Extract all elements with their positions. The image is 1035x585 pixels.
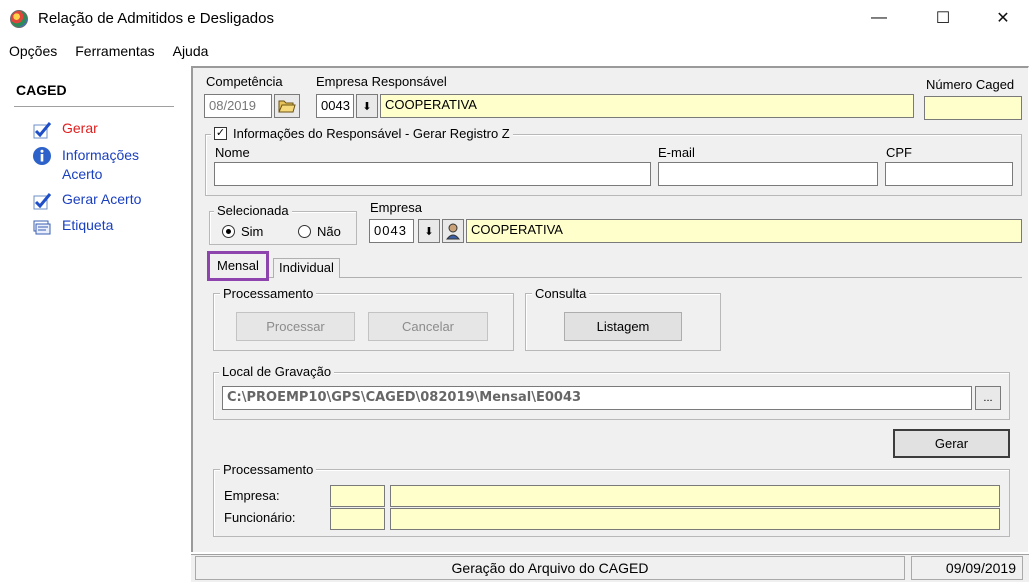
nome-label: Nome <box>215 145 250 160</box>
local-gravacao-path[interactable]: C:\PROEMP10\GPS\CAGED\082019\Mensal\E004… <box>222 386 972 410</box>
download-arrow-icon: ⬇ <box>362 100 372 113</box>
title-bar: Relação de Admitidos e Desligados — ☐ ✕ <box>0 0 1035 38</box>
cpf-field[interactable] <box>885 162 1013 186</box>
funcionario-progress-text <box>390 508 1000 530</box>
selecionada-title: Selecionada <box>214 203 292 218</box>
empresa-responsavel-label: Empresa Responsável <box>316 74 447 89</box>
menu-bar: Opções Ferramentas Ajuda <box>0 40 217 64</box>
sidebar-item-etiqueta[interactable]: Etiqueta <box>32 217 113 237</box>
checkmark-icon <box>33 122 52 139</box>
open-folder-button[interactable] <box>274 94 300 118</box>
window-title: Relação de Admitidos e Desligados <box>38 10 274 27</box>
sidebar-item-label: Etiqueta <box>62 217 114 233</box>
radio-nao[interactable]: Não <box>298 224 341 239</box>
empresa-search-button[interactable] <box>442 219 464 243</box>
numero-caged-label: Número Caged <box>926 77 1015 92</box>
empresa-lookup-button[interactable]: ⬇ <box>418 219 440 243</box>
registro-z-checkbox[interactable]: ✓ <box>214 127 227 140</box>
maximize-button[interactable]: ☐ <box>920 0 966 36</box>
menu-ferramentas[interactable]: Ferramentas <box>66 40 163 64</box>
empresa-name: COOPERATIVA <box>466 219 1022 243</box>
responsavel-group-title: Informações do Responsável - Gerar Regis… <box>233 126 510 141</box>
empresa-responsavel-lookup-button[interactable]: ⬇ <box>356 94 378 118</box>
gerar-button[interactable]: Gerar <box>893 429 1010 458</box>
status-message: Geração do Arquivo do CAGED <box>195 556 905 580</box>
info-icon <box>33 147 51 165</box>
processamento-title: Processamento <box>220 286 317 301</box>
empresa-responsavel-code[interactable]: 0043 <box>316 94 354 118</box>
sidebar-item-gerar-acerto[interactable]: Gerar Acerto <box>32 191 141 211</box>
sidebar-item-label: Informações Acerto <box>62 147 140 182</box>
menu-opcoes[interactable]: Opções <box>0 40 66 64</box>
email-label: E-mail <box>658 145 695 160</box>
listagem-button[interactable]: Listagem <box>564 312 682 341</box>
empresa-progress-count <box>330 485 385 507</box>
tab-mensal[interactable]: Mensal <box>207 251 269 281</box>
radio-sim[interactable]: Sim <box>222 224 263 239</box>
funcionario-progress-label: Funcionário: <box>224 510 296 525</box>
radio-nao-indicator[interactable] <box>298 225 311 238</box>
empresa-code[interactable]: 0043 <box>369 219 414 243</box>
person-search-icon <box>445 223 461 240</box>
sidebar-item-label: Gerar Acerto <box>62 191 142 207</box>
funcionario-progress-count <box>330 508 385 530</box>
folder-icon <box>278 100 296 113</box>
local-gravacao-title: Local de Gravação <box>219 364 335 379</box>
competencia-label: Competência <box>206 74 283 89</box>
sidebar-item-label: Gerar <box>62 120 98 136</box>
sidebar-item-informacoes-acerto[interactable]: Informações Acerto <box>32 146 162 184</box>
label-icon <box>33 220 51 235</box>
email-field[interactable] <box>658 162 878 186</box>
menu-ajuda[interactable]: Ajuda <box>164 40 218 64</box>
responsavel-group-header: ✓ Informações do Responsável - Gerar Reg… <box>211 126 513 141</box>
empresa-responsavel-name: COOPERATIVA <box>380 94 914 118</box>
consulta-title: Consulta <box>532 286 590 301</box>
numero-caged-field[interactable] <box>924 96 1022 120</box>
cpf-label: CPF <box>886 145 912 160</box>
sidebar-item-gerar[interactable]: Gerar <box>32 120 98 140</box>
competencia-field[interactable]: 08/2019 <box>204 94 272 118</box>
tab-individual[interactable]: Individual <box>273 258 340 278</box>
download-arrow-icon: ⬇ <box>424 225 434 238</box>
status-date: 09/09/2019 <box>911 556 1023 580</box>
sidebar-divider <box>14 106 174 107</box>
cancelar-button[interactable]: Cancelar <box>368 312 488 341</box>
checkmark-icon <box>33 193 52 210</box>
empresa-progress-label: Empresa: <box>224 488 280 503</box>
radio-nao-label: Não <box>317 224 341 239</box>
browse-button[interactable]: ... <box>975 386 1001 410</box>
app-icon <box>10 10 28 28</box>
empresa-label: Empresa <box>370 200 423 215</box>
processar-button[interactable]: Processar <box>236 312 355 341</box>
empresa-progress-text <box>390 485 1000 507</box>
close-button[interactable]: ✕ <box>980 0 1026 36</box>
minimize-button[interactable]: — <box>856 0 902 36</box>
left-panel <box>0 66 188 585</box>
nome-field[interactable] <box>214 162 651 186</box>
radio-sim-indicator[interactable] <box>222 225 235 238</box>
processamento-detail-title: Processamento <box>220 462 317 477</box>
sidebar-title: CAGED <box>16 82 67 98</box>
radio-sim-label: Sim <box>241 224 264 239</box>
